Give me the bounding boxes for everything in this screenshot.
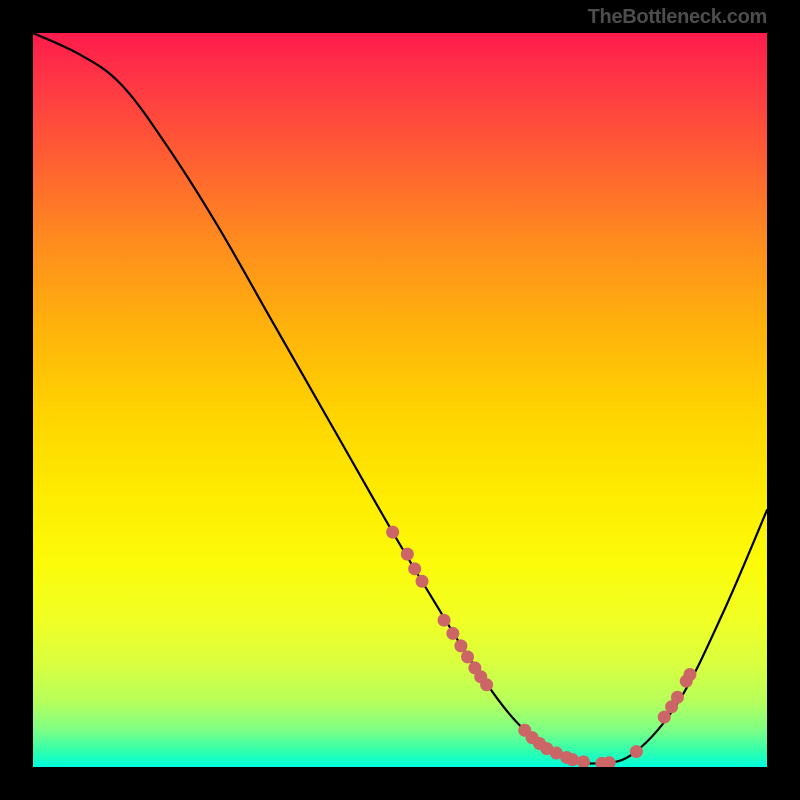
attribution-text: TheBottleneck.com [588, 6, 767, 29]
chart-gradient-background [33, 33, 767, 767]
chart [33, 33, 767, 767]
